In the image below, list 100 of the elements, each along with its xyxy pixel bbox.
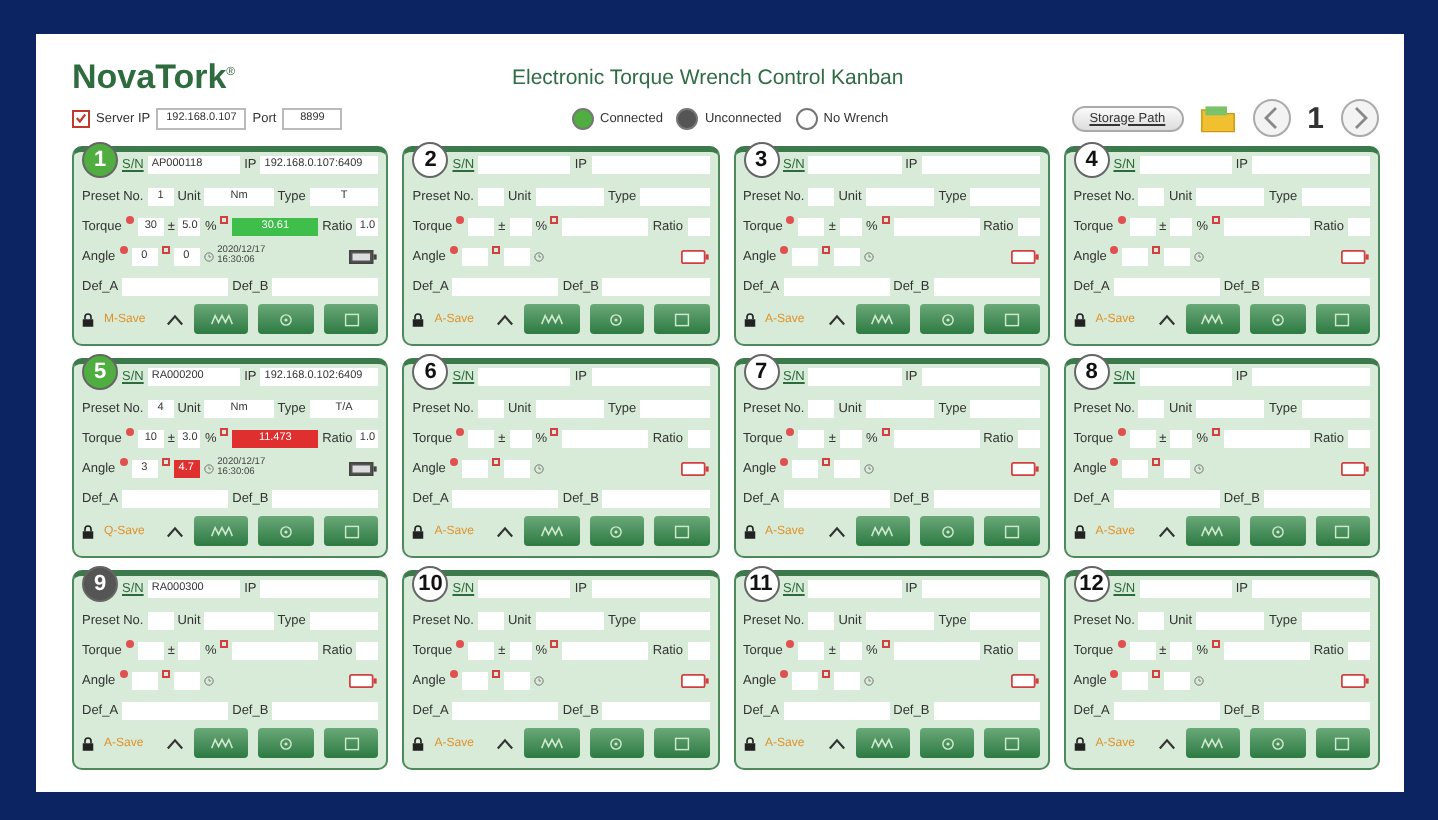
window-button[interactable]	[1315, 304, 1371, 334]
caret-icon[interactable]	[496, 737, 515, 749]
angle-field[interactable]	[131, 671, 158, 689]
waveform-button[interactable]	[855, 516, 910, 546]
unit-field[interactable]	[1196, 399, 1265, 417]
tolerance-field[interactable]	[509, 429, 532, 447]
lock-icon[interactable]	[82, 735, 94, 751]
server-checkbox[interactable]	[72, 109, 90, 127]
target-button[interactable]	[258, 516, 314, 546]
window-button[interactable]	[654, 304, 710, 334]
waveform-button[interactable]	[1185, 728, 1241, 758]
preset-field[interactable]	[1138, 611, 1165, 629]
lock-icon[interactable]	[1073, 735, 1086, 751]
def-b-field[interactable]	[1263, 701, 1370, 719]
caret-icon[interactable]	[827, 313, 845, 325]
caret-icon[interactable]	[496, 525, 515, 537]
target-button[interactable]	[258, 304, 314, 334]
preset-field[interactable]	[477, 611, 504, 629]
target-button[interactable]	[919, 304, 975, 334]
ratio-field[interactable]	[1017, 641, 1040, 659]
sn-field[interactable]	[1139, 156, 1232, 174]
torque-field[interactable]	[468, 641, 495, 659]
target-button[interactable]	[589, 516, 645, 546]
ratio-field[interactable]	[1348, 429, 1370, 447]
type-field[interactable]	[309, 611, 379, 629]
ip-field[interactable]	[921, 156, 1040, 174]
type-field[interactable]	[970, 399, 1040, 417]
caret-icon[interactable]	[827, 525, 845, 537]
unit-field[interactable]	[865, 187, 935, 205]
torque-field[interactable]	[468, 217, 495, 235]
angle-field[interactable]	[1122, 671, 1149, 689]
angle-field[interactable]	[461, 247, 488, 265]
ip-field[interactable]	[1252, 580, 1370, 598]
waveform-button[interactable]	[1185, 304, 1241, 334]
torque-field[interactable]	[798, 217, 825, 235]
sn-field[interactable]	[1139, 368, 1232, 386]
caret-icon[interactable]	[1157, 737, 1176, 749]
def-a-field[interactable]	[1113, 277, 1220, 295]
ratio-field[interactable]	[1348, 641, 1370, 659]
ratio-field[interactable]	[1017, 429, 1040, 447]
torque-field[interactable]	[798, 641, 825, 659]
preset-field[interactable]	[1138, 187, 1165, 205]
waveform-button[interactable]	[1185, 516, 1241, 546]
torque-field[interactable]	[798, 429, 825, 447]
torque-field[interactable]	[468, 429, 495, 447]
tolerance-field[interactable]	[839, 429, 862, 447]
def-b-field[interactable]	[1263, 277, 1370, 295]
tolerance-field[interactable]	[839, 641, 862, 659]
waveform-button[interactable]	[524, 304, 580, 334]
ip-field[interactable]	[591, 368, 709, 386]
type-field[interactable]	[1301, 399, 1370, 417]
lock-icon[interactable]	[1073, 311, 1086, 327]
folder-icon[interactable]	[1199, 103, 1236, 133]
caret-icon[interactable]	[827, 737, 845, 749]
angle-field[interactable]	[1122, 247, 1149, 265]
lock-icon[interactable]	[82, 523, 94, 539]
target-button[interactable]	[258, 728, 314, 758]
tolerance-field[interactable]	[839, 217, 862, 235]
sn-field[interactable]	[808, 580, 902, 598]
def-b-field[interactable]	[272, 277, 379, 295]
unit-field[interactable]	[865, 399, 935, 417]
waveform-button[interactable]	[855, 728, 910, 758]
def-b-field[interactable]	[933, 489, 1040, 507]
ip-field[interactable]	[1252, 368, 1370, 386]
ip-field[interactable]	[591, 580, 709, 598]
ratio-field[interactable]	[687, 217, 709, 235]
caret-icon[interactable]	[496, 313, 515, 325]
waveform-button[interactable]	[524, 728, 580, 758]
ip-field[interactable]	[260, 580, 379, 598]
angle-field[interactable]	[1122, 459, 1149, 477]
def-a-field[interactable]	[783, 277, 890, 295]
preset-field[interactable]	[147, 611, 174, 629]
angle-field[interactable]	[792, 671, 819, 689]
def-b-field[interactable]	[272, 701, 379, 719]
def-a-field[interactable]	[452, 277, 559, 295]
next-page-button[interactable]	[1340, 98, 1380, 138]
def-a-field[interactable]	[122, 489, 229, 507]
target-button[interactable]	[1250, 304, 1306, 334]
unit-field[interactable]	[1196, 611, 1265, 629]
angle-field[interactable]	[792, 247, 819, 265]
preset-field[interactable]	[477, 399, 504, 417]
unit-field[interactable]	[204, 611, 274, 629]
sn-field[interactable]	[808, 368, 902, 386]
target-button[interactable]	[919, 728, 975, 758]
def-a-field[interactable]	[122, 701, 229, 719]
caret-icon[interactable]	[166, 525, 184, 537]
lock-icon[interactable]	[743, 523, 755, 539]
lock-icon[interactable]	[412, 735, 425, 751]
caret-icon[interactable]	[1157, 313, 1176, 325]
def-a-field[interactable]	[783, 489, 890, 507]
torque-field[interactable]	[1129, 217, 1156, 235]
tolerance-field[interactable]	[1170, 641, 1193, 659]
def-b-field[interactable]	[272, 489, 379, 507]
tolerance-field[interactable]	[1170, 217, 1193, 235]
def-a-field[interactable]	[1113, 489, 1220, 507]
waveform-button[interactable]	[524, 516, 580, 546]
caret-icon[interactable]	[1157, 525, 1176, 537]
window-button[interactable]	[1315, 516, 1371, 546]
sn-field[interactable]	[808, 156, 902, 174]
preset-field[interactable]	[808, 611, 835, 629]
